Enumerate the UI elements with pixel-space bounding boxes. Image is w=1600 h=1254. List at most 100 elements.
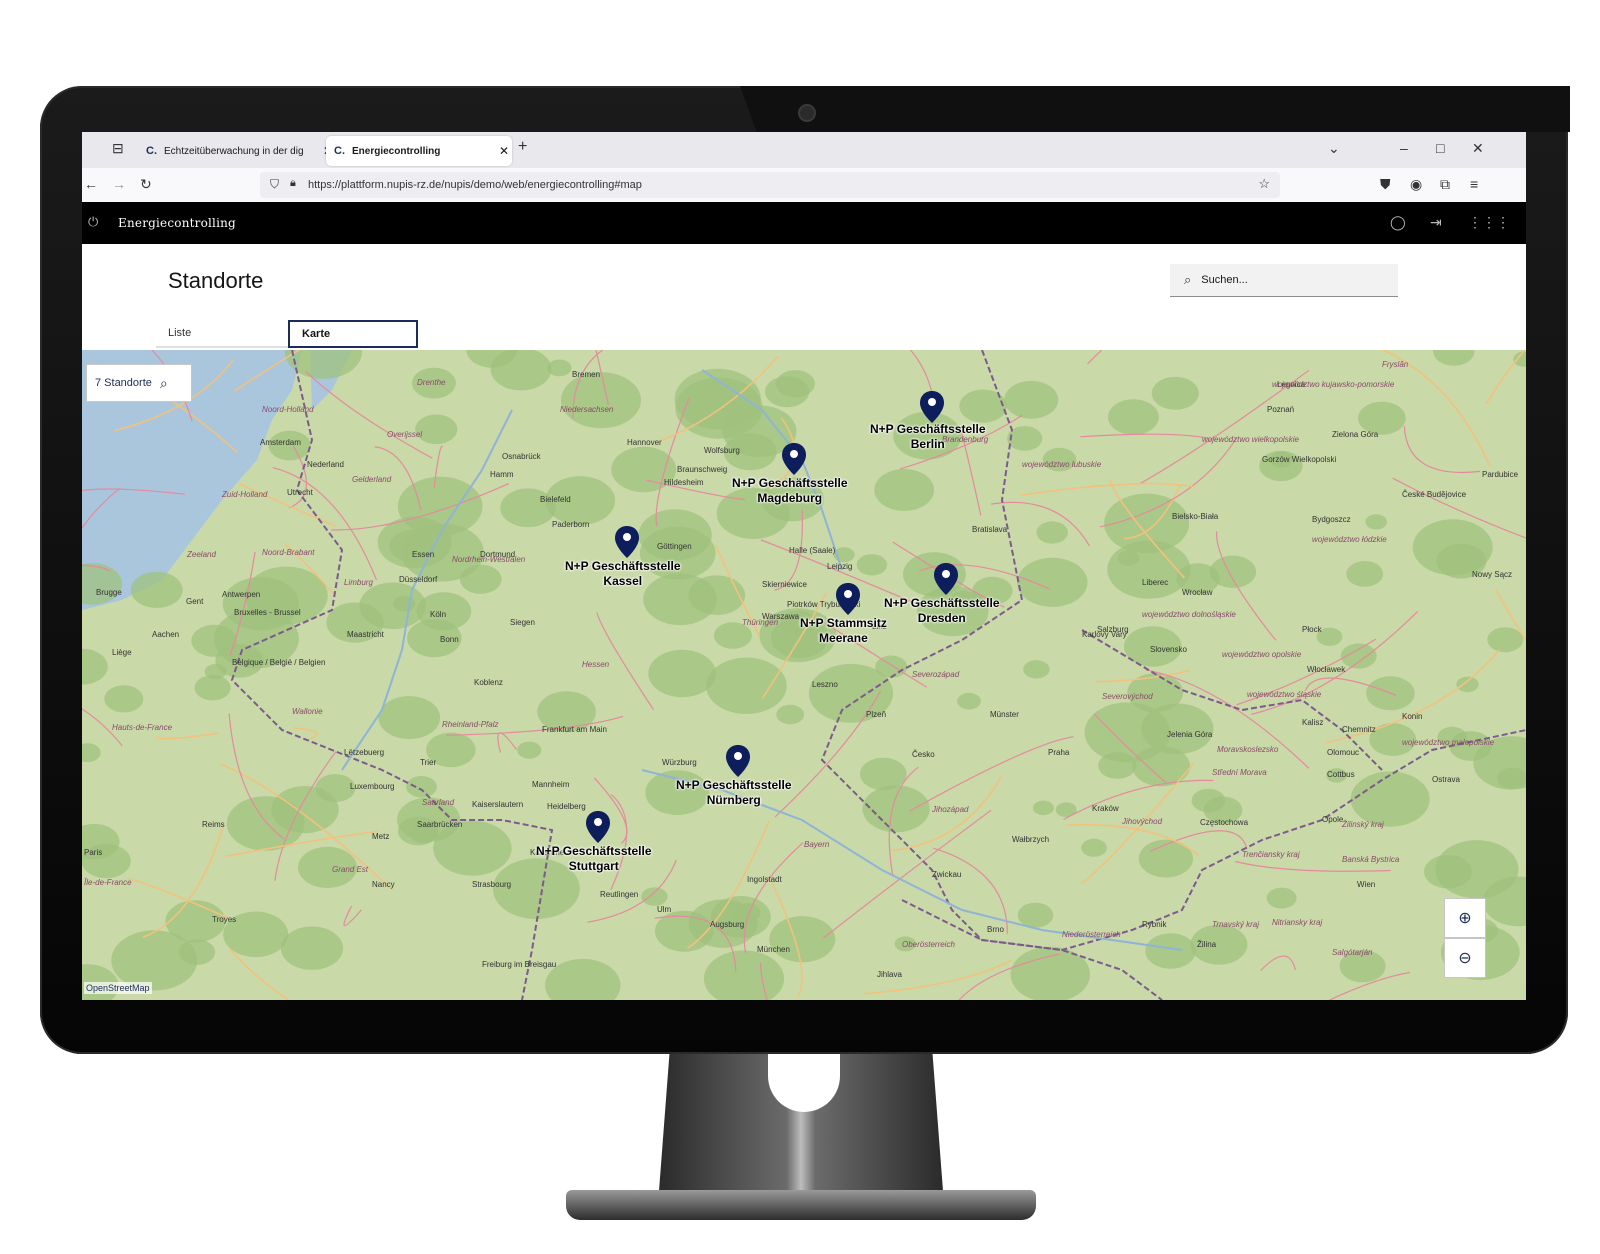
browser-tab-energiecontrolling[interactable]: C. Energiecontrolling ✕ <box>326 136 512 166</box>
search-input[interactable]: ⌕ Suchen... <box>1170 264 1398 297</box>
map-place-label: Lëtzebuerg <box>344 748 385 757</box>
road <box>1260 955 1296 971</box>
map-place-label: Essen <box>412 550 435 559</box>
map-region-label: województwo lubuskie <box>1022 460 1102 469</box>
location-count-button[interactable]: 7 Standorte ⌕ <box>86 364 192 402</box>
map-place-label: Chemnitz <box>1342 725 1376 734</box>
forest-area <box>674 368 761 430</box>
chevron-down-icon[interactable]: ⌄ <box>1328 140 1340 157</box>
forward-icon[interactable]: → <box>112 176 126 192</box>
back-icon[interactable]: ← <box>84 176 98 192</box>
map-region-label: Zeeland <box>187 550 216 559</box>
map-marker-label[interactable]: N+P Geschäftsstelle Kassel <box>565 559 681 589</box>
map-region-label: Nordrhein-Westfalen <box>452 555 526 564</box>
map-place-label: Liberec <box>1142 578 1169 587</box>
forest-area <box>1145 933 1196 969</box>
map-region-label: Wallonie <box>292 707 323 716</box>
map-place-label: Göttingen <box>657 542 692 551</box>
map-region-label: Thüringen <box>742 618 779 627</box>
bookmark-star-icon[interactable]: ☆ <box>1258 176 1270 192</box>
maximize-icon[interactable]: □ <box>1436 140 1444 156</box>
map-marker-label[interactable]: N+P Geschäftsstelle Nürnberg <box>676 778 792 808</box>
map-marker-icon[interactable] <box>585 810 611 844</box>
map-place-label: Augsburg <box>710 920 745 929</box>
forest-area <box>1435 840 1519 899</box>
new-tab-icon[interactable]: + <box>518 138 527 156</box>
map-place-label: Wrocław <box>1182 588 1213 597</box>
location-count-label: 7 Standorte <box>95 377 152 389</box>
map-place-label: Salzburg <box>1097 625 1129 634</box>
map-region-label: Trenčiansky kraj <box>1242 850 1300 859</box>
extensions-icon[interactable]: ⧉ <box>1440 176 1450 193</box>
forest-area <box>1081 838 1107 857</box>
minimize-icon[interactable]: – <box>1400 140 1408 156</box>
plug-icon: ⏻ <box>88 214 99 229</box>
map-marker-icon[interactable] <box>781 442 807 476</box>
map-marker-label[interactable]: N+P Geschäftsstelle Magdeburg <box>732 476 848 506</box>
zoom-in-button[interactable]: ⊕ <box>1444 898 1486 938</box>
forest-area <box>1023 660 1050 679</box>
reload-icon[interactable]: ↻ <box>140 176 152 193</box>
map-place-label: Halle (Saale) <box>789 546 836 555</box>
map-marker-label[interactable]: N+P Stammsitz Meerane <box>800 616 887 646</box>
map-region-label: Grand Est <box>332 865 369 874</box>
map-place-label: Maastricht <box>347 630 384 639</box>
map-place-label: Belgique / België / Belgien <box>232 658 326 667</box>
tab-liste[interactable]: Liste <box>156 320 288 348</box>
app-title[interactable]: Energiecontrolling <box>118 216 236 230</box>
map-place-label: Bydgoszcz <box>1312 515 1351 524</box>
map-marker-label[interactable]: N+P Geschäftsstelle Stuttgart <box>536 844 652 874</box>
window-close-icon[interactable]: ✕ <box>1472 140 1484 157</box>
forest-area <box>378 696 441 740</box>
map-place-label: Zwickau <box>932 870 962 879</box>
map-place-label: Reutlingen <box>600 890 639 899</box>
map-view[interactable]: Bremen Hannover Amsterdam Nederland Utrecht D… <box>82 350 1526 1000</box>
forest-area <box>765 376 810 408</box>
zoom-out-button[interactable]: ⊖ <box>1444 938 1486 978</box>
map-place-label: Bielefeld <box>540 495 571 504</box>
road <box>909 350 933 395</box>
map-place-label: Konin <box>1402 712 1423 721</box>
user-icon[interactable]: ◯ <box>1390 214 1406 231</box>
map-place-label: Strasbourg <box>472 880 512 889</box>
map-region-label: Salgótarján <box>1332 948 1373 957</box>
map-marker-icon[interactable] <box>919 390 945 424</box>
road <box>1063 779 1214 821</box>
map-marker-icon[interactable] <box>725 744 751 778</box>
map-place-label: Slovensko <box>1150 645 1187 654</box>
close-icon[interactable]: ✕ <box>496 144 512 158</box>
lock-icon: 🔒︎ <box>290 177 296 189</box>
map-marker-icon[interactable] <box>933 562 959 596</box>
map-marker-icon[interactable] <box>614 525 640 559</box>
marker-label-line1: N+P Geschäftsstelle <box>536 844 652 858</box>
tab-overview-icon[interactable]: ⊟ <box>112 140 124 157</box>
map-place-label: Paris <box>84 848 103 857</box>
forest-area <box>1017 902 1054 928</box>
pocket-icon[interactable]: ⛊ <box>1380 176 1391 193</box>
nupis-favicon-icon: C. <box>334 145 345 157</box>
map-place-label: Bonn <box>440 635 459 644</box>
menu-icon[interactable]: ≡ <box>1470 176 1478 192</box>
map-place-label: Reims <box>202 820 225 829</box>
map-marker-icon[interactable] <box>835 582 861 616</box>
browser-tab-echtzeit[interactable]: C. Echtzeitüberwachung in der dig ✕ <box>138 136 336 166</box>
tab-karte[interactable]: Karte <box>288 320 418 348</box>
map-marker-label[interactable]: N+P Geschäftsstelle Berlin <box>870 422 986 452</box>
address-bar[interactable]: ⛉ 🔒︎ https://plattform.nupis-rz.de/nupis… <box>260 172 1280 198</box>
marker-label-line1: N+P Stammsitz <box>800 616 887 630</box>
map-place-label: Opole <box>1322 815 1344 824</box>
forest-area <box>1365 514 1387 530</box>
map-region-label: Fryslân <box>1382 360 1409 369</box>
marker-label-line2: Kassel <box>603 574 643 588</box>
logout-icon[interactable]: ⇥ <box>1430 214 1442 231</box>
map-region-label: województwo śląskie <box>1247 690 1322 699</box>
forest-area <box>1036 521 1068 544</box>
map-place-label: Bremen <box>572 370 601 379</box>
account-icon[interactable]: ◉ <box>1410 176 1422 193</box>
map-marker-label[interactable]: N+P Geschäftsstelle Dresden <box>884 596 1000 626</box>
app-switcher-icon[interactable]: ⋮⋮⋮ <box>1468 214 1510 231</box>
map-region-label: Zuid-Holland <box>222 490 268 499</box>
map-attribution[interactable]: OpenStreetMap <box>84 982 152 994</box>
road <box>156 732 219 740</box>
forest-area <box>104 685 144 713</box>
